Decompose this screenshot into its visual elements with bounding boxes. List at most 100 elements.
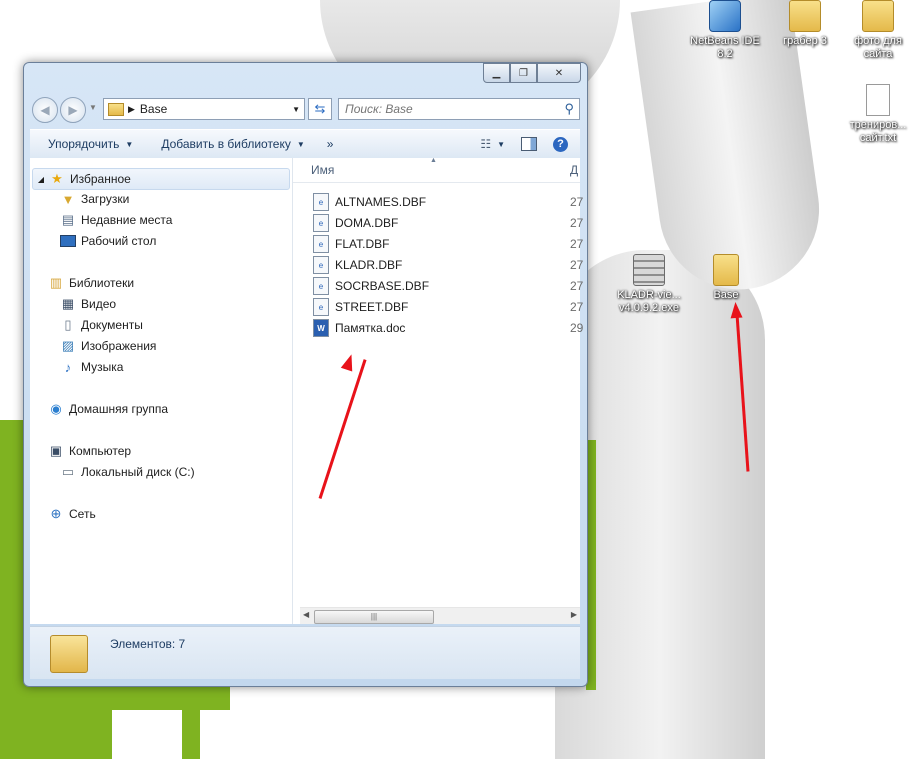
desktop-icon-kladr[interactable]: KLADR-vie... v4.0.9.2.exe [613, 254, 685, 315]
nav-libraries-label: Библиотеки [69, 276, 135, 290]
nav-homegroup[interactable]: ◉ Домашняя группа [48, 399, 168, 419]
nav-libraries[interactable]: ▥ Библиотеки [48, 273, 134, 293]
desktop-icon-label: KLADR-vie... v4.0.9.2.exe [617, 289, 681, 314]
nav-computer[interactable]: ▣ Компьютер [48, 441, 131, 461]
navigation-pane: ◢ ★ Избранное ▼ Загрузки ▤ Недавние мест… [30, 158, 293, 624]
dbf-file-icon: e [313, 298, 329, 316]
libraries-icon: ▥ [49, 275, 63, 290]
chevron-down-icon: ▼ [125, 139, 134, 149]
desktop-icon-txt[interactable]: трениров... сайт.txt [842, 84, 914, 145]
maximize-button[interactable]: ❐ [510, 63, 537, 83]
view-options-button[interactable]: ☷ ▼ [472, 132, 513, 156]
more-commands-button[interactable]: » [319, 132, 342, 156]
desktop-icon-netbeans[interactable]: NetBeans IDE 8.2 [689, 0, 761, 61]
nav-item-label: Документы [81, 318, 143, 332]
nav-network[interactable]: ⊕ Сеть [48, 504, 96, 524]
nav-item-label: Загрузки [81, 192, 130, 206]
add-to-library-label: Добавить в библиотеку [161, 137, 291, 151]
file-row[interactable]: e STREET.DBF [313, 297, 408, 317]
address-row: ◀ ▶ ▼ ▶ Base ▼ ⇆ ⚲ [32, 97, 580, 123]
text-file-icon [866, 84, 890, 116]
file-row[interactable]: e SOCRBASE.DBF [313, 276, 429, 296]
scroll-right-icon[interactable]: ▶ [571, 610, 577, 619]
computer-icon: ▣ [49, 443, 63, 458]
folder-icon [108, 102, 124, 116]
close-button[interactable]: ✕ [537, 63, 581, 83]
folder-icon [862, 0, 894, 32]
folder-tool-icon [789, 0, 821, 32]
help-button[interactable]: ? [545, 132, 580, 156]
content-area: ◢ ★ Избранное ▼ Загрузки ▤ Недавние мест… [30, 157, 584, 624]
restore-icon: ❐ [519, 67, 528, 79]
refresh-button[interactable]: ⇆ [308, 98, 332, 120]
nav-item-desktop[interactable]: Рабочий стол [60, 231, 156, 251]
horizontal-scrollbar[interactable]: ◀ ||| ▶ [300, 607, 580, 624]
scroll-left-icon[interactable]: ◀ [303, 610, 309, 619]
file-date: 27 [570, 279, 584, 293]
file-name: FLAT.DBF [335, 237, 390, 251]
file-row[interactable]: e ALTNAMES.DBF [313, 192, 426, 212]
nav-item-music[interactable]: ♪ Музыка [60, 357, 124, 377]
search-icon[interactable]: ⚲ [564, 101, 574, 117]
nav-item-local-disk[interactable]: ▭ Локальный диск (C:) [60, 462, 195, 482]
nav-computer-label: Компьютер [69, 444, 132, 458]
file-row[interactable]: e DOMA.DBF [313, 213, 398, 233]
column-header-row: Имя ▲ Д [293, 157, 580, 183]
video-icon: ▦ [61, 296, 75, 311]
nav-item-pictures[interactable]: ▨ Изображения [60, 336, 157, 356]
nav-item-label: Видео [81, 297, 117, 311]
music-icon: ♪ [64, 359, 72, 375]
breadcrumb-chevron-icon[interactable]: ▶ [128, 104, 135, 115]
help-icon: ? [553, 136, 568, 152]
forward-button[interactable]: ▶ [60, 97, 86, 123]
column-header-name[interactable]: Имя [311, 163, 334, 177]
history-dropdown-icon[interactable]: ▼ [89, 103, 97, 112]
file-list-pane: Имя ▲ Д e ALTNAMES.DBF 27 e DOMA.DBF 27 … [293, 157, 584, 624]
desktop-icon-label: фото для сайта [854, 35, 902, 60]
search-box[interactable]: ⚲ [338, 98, 580, 120]
collapse-arrow-icon[interactable]: ◢ [33, 175, 49, 184]
nav-item-label: Локальный диск (C:) [81, 465, 195, 479]
dbf-file-icon: e [313, 193, 329, 211]
file-row[interactable]: W Памятка.doc [313, 318, 405, 338]
nav-item-documents[interactable]: ▯ Документы [60, 315, 143, 335]
folder-icon [50, 635, 88, 673]
search-input[interactable] [339, 101, 565, 117]
dbf-file-icon: e [313, 235, 329, 253]
forward-arrow-icon: ▶ [68, 103, 78, 117]
nav-item-downloads[interactable]: ▼ Загрузки [60, 189, 130, 209]
file-date: 27 [570, 300, 584, 314]
address-dropdown-icon[interactable]: ▼ [292, 105, 300, 114]
downloads-folder-icon: ▼ [61, 191, 75, 207]
annotation-arrowhead [729, 301, 743, 319]
desktop-icon-graber[interactable]: грабер 3 [769, 0, 841, 48]
add-to-library-button[interactable]: Добавить в библиотеку ▼ [153, 132, 312, 156]
preview-pane-icon [521, 137, 537, 151]
preview-pane-button[interactable] [513, 132, 545, 156]
nav-item-video[interactable]: ▦ Видео [60, 294, 116, 314]
column-header-date[interactable]: Д [570, 163, 578, 177]
file-name: SOCRBASE.DBF [335, 279, 430, 293]
homegroup-icon: ◉ [50, 401, 62, 416]
chevron-down-icon: ▼ [296, 139, 305, 149]
desktop-icon-label: Base [713, 289, 739, 301]
nav-item-label: Музыка [81, 360, 124, 374]
nav-item-recent-places[interactable]: ▤ Недавние места [60, 210, 173, 230]
scrollbar-thumb[interactable]: ||| [314, 610, 434, 624]
nav-homegroup-label: Домашняя группа [69, 402, 169, 416]
breadcrumb-segment[interactable]: Base [140, 102, 167, 116]
desktop-icon-base[interactable]: Base [690, 254, 762, 302]
minimize-button[interactable]: ▁ [483, 63, 510, 83]
address-bar[interactable]: ▶ Base ▼ [103, 98, 305, 120]
file-name: Памятка.doc [335, 321, 406, 335]
items-count: Элементов: 7 [110, 637, 186, 651]
back-button[interactable]: ◀ [32, 97, 58, 123]
minimize-icon: ▁ [492, 67, 501, 79]
dbf-file-icon: e [313, 256, 329, 274]
nav-favorites[interactable]: ◢ ★ Избранное [32, 168, 290, 190]
file-row[interactable]: e KLADR.DBF [313, 255, 402, 275]
desktop-icon-photo[interactable]: фото для сайта [842, 0, 914, 61]
file-row[interactable]: e FLAT.DBF [313, 234, 389, 254]
hard-drive-icon: ▭ [61, 464, 75, 479]
organize-button[interactable]: Упорядочить ▼ [30, 132, 141, 156]
